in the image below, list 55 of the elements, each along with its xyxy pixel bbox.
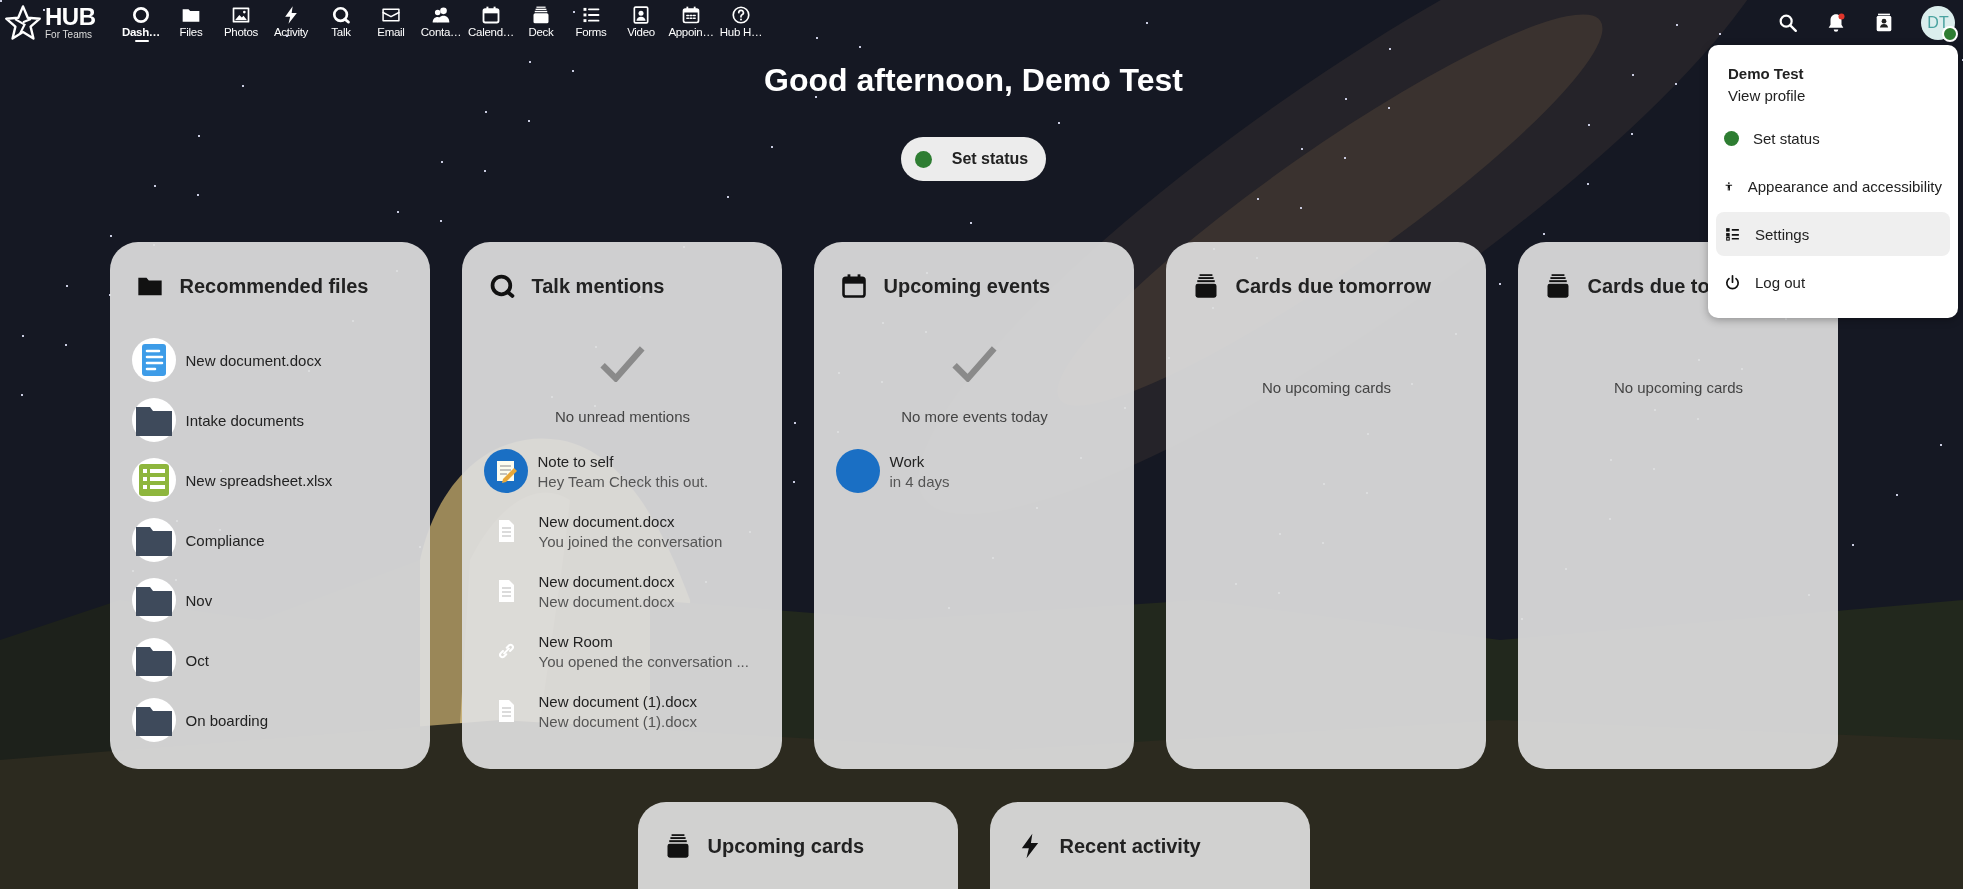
file-name[interactable]: Intake documents <box>185 411 304 429</box>
avatar-initials: DT <box>1927 13 1949 32</box>
item-title[interactable]: New document (1).docx <box>538 692 697 710</box>
logo[interactable]: HUB For Teams <box>4 3 116 42</box>
view-profile-link[interactable]: View profile <box>1728 87 1950 104</box>
set-status-button[interactable]: Set status <box>900 137 1047 181</box>
item-title[interactable]: New document.docx <box>538 512 723 530</box>
app-link[interactable]: Conta… <box>416 3 466 42</box>
item-subtitle: New document.docx <box>538 592 675 610</box>
logo-title: HUB <box>45 5 96 29</box>
app-link[interactable]: Appoin… <box>666 3 716 42</box>
app-link[interactable]: Forms <box>566 3 616 42</box>
app-link[interactable]: Video <box>616 3 666 42</box>
widget-title: Talk mentions <box>531 274 665 298</box>
item-title[interactable]: Work <box>889 452 950 470</box>
empty-message: No upcoming cards <box>1612 379 1745 396</box>
widget-title: Cards due to <box>1587 274 1710 298</box>
file-name[interactable]: Oct <box>185 651 209 669</box>
app-link[interactable]: Activity <box>266 3 316 42</box>
file-name[interactable]: Compliance <box>185 531 265 549</box>
widget-title: Upcoming events <box>883 274 1051 298</box>
item-subtitle: Hey Team Check this out. <box>537 472 709 490</box>
greeting-heading: Good afternoon, Demo Test <box>764 61 1183 100</box>
file-name[interactable]: On boarding <box>185 711 269 729</box>
user-name: Demo Test <box>1728 65 1805 82</box>
app-link[interactable]: Talk <box>316 3 366 42</box>
item-subtitle: in 4 days <box>889 472 950 490</box>
widget-title: Recommended files <box>179 274 369 298</box>
file-name[interactable]: New spreadsheet.xlsx <box>185 471 333 489</box>
app-link[interactable]: Hub H… <box>716 3 766 42</box>
item-subtitle: You opened the conversation ... <box>538 652 749 670</box>
widget-title: Recent activity <box>1059 834 1201 858</box>
app-link[interactable]: Deck <box>516 3 566 42</box>
empty-message: No unread mentions <box>553 408 692 425</box>
app-link[interactable]: Files <box>166 3 216 42</box>
logo-subtitle: For Teams <box>45 30 94 40</box>
app-link[interactable]: Dash… <box>116 3 166 42</box>
item-subtitle: You joined the conversation <box>538 532 723 550</box>
menu-item[interactable]: Log out <box>1716 260 1950 304</box>
item-title[interactable]: New document.docx <box>538 572 675 590</box>
menu-item[interactable]: Settings <box>1716 212 1950 256</box>
item-title[interactable]: New Room <box>538 632 749 650</box>
widget-title: Upcoming cards <box>707 834 865 858</box>
widget-title: Cards due tomorrow <box>1235 274 1432 298</box>
app-link[interactable]: Email <box>366 3 416 42</box>
app-link[interactable]: Photos <box>216 3 266 42</box>
item-title[interactable]: Note to self <box>537 452 709 470</box>
empty-message: No upcoming cards <box>1260 379 1393 396</box>
menu-item[interactable]: Appearance and accessibility <box>1716 164 1950 208</box>
file-name[interactable]: New document.docx <box>185 351 322 369</box>
item-subtitle: New document (1).docx <box>538 712 697 730</box>
menu-item[interactable]: Set status <box>1716 116 1950 160</box>
app-link[interactable]: Calend… <box>466 3 516 42</box>
empty-message: No more events today <box>900 408 1049 425</box>
file-name[interactable]: Nov <box>185 591 213 609</box>
